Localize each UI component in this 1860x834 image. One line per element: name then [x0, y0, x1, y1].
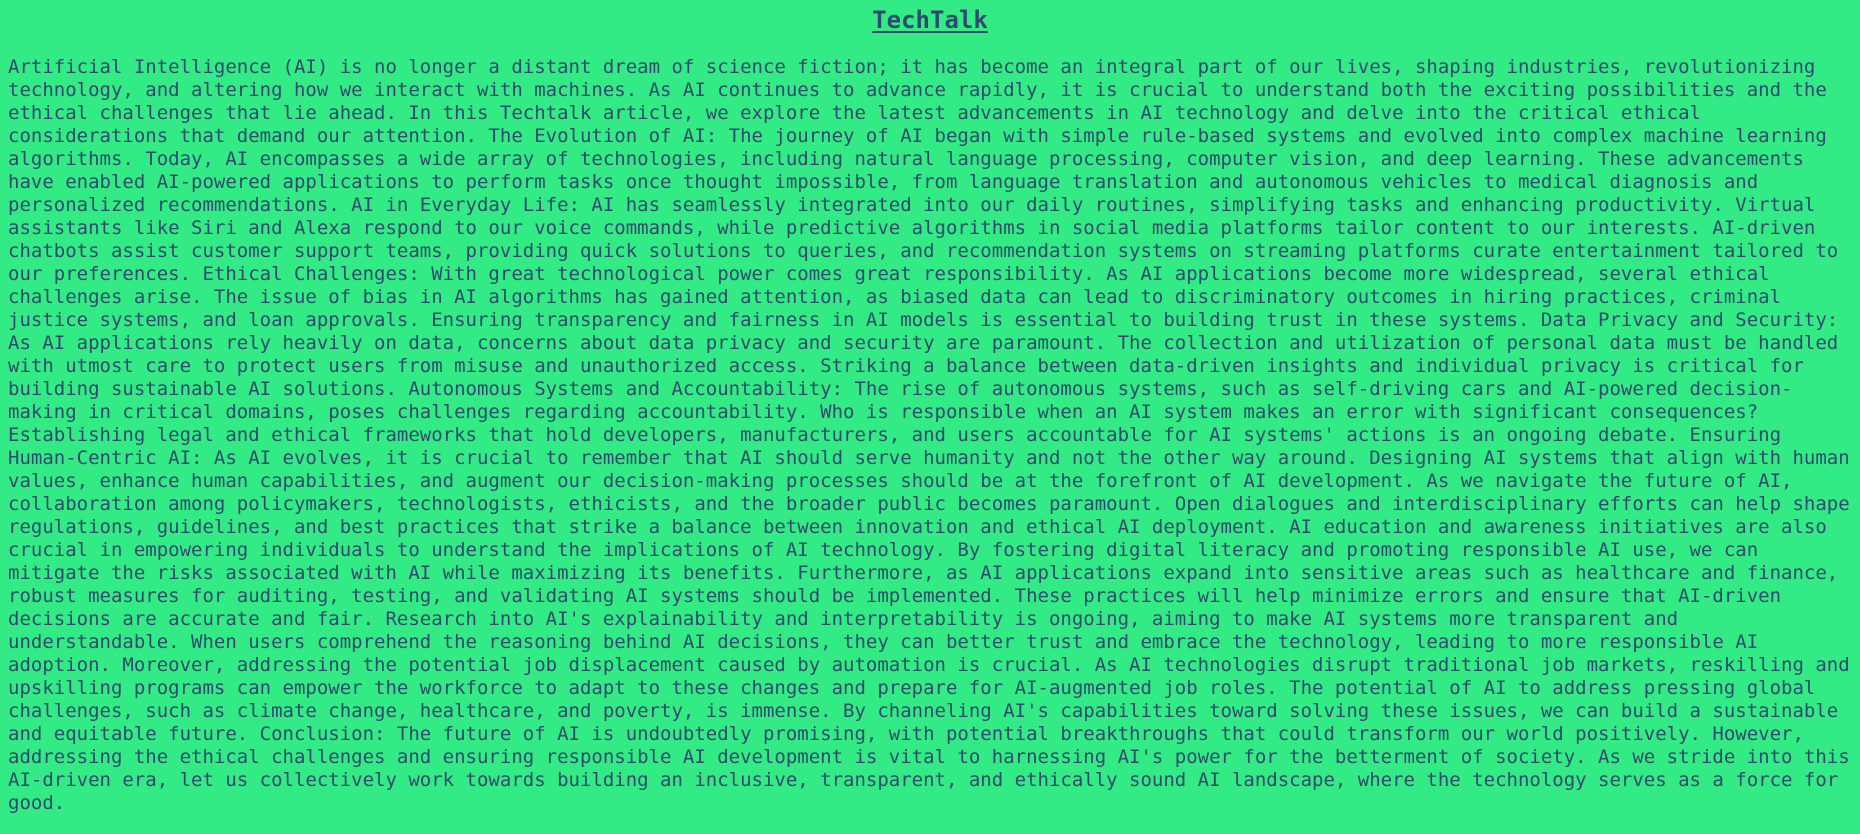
article-body: Artificial Intelligence (AI) is no longe…	[8, 56, 1850, 814]
page-title: TechTalk	[872, 6, 988, 34]
page: TechTalk Artificial Intelligence (AI) is…	[0, 6, 1860, 834]
